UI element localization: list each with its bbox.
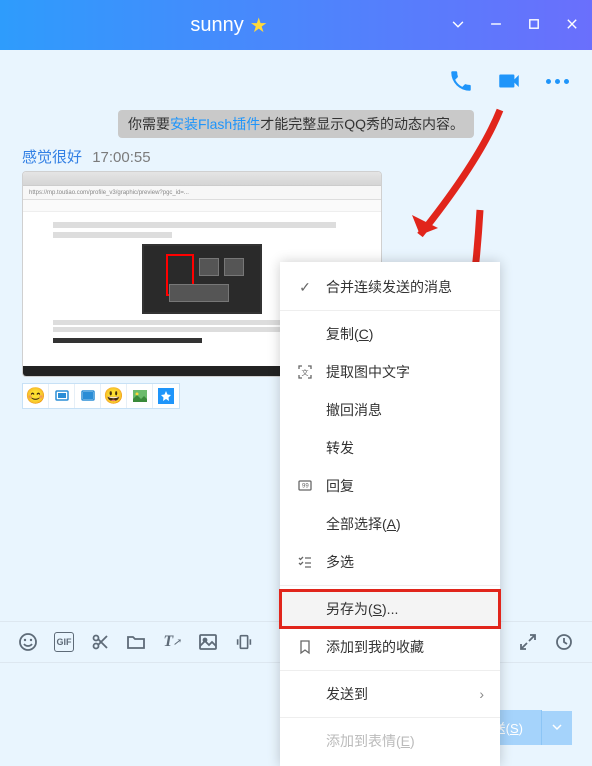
send-dropdown[interactable] [542,711,572,745]
screen1-tool-icon[interactable] [49,384,75,408]
menu-label: 另存为(S)... [326,599,398,619]
menu-ocr[interactable]: 文 提取图中文字 [280,353,500,391]
fake-photo [142,244,262,314]
maximize-button[interactable] [524,15,544,36]
menu-divider [280,310,500,311]
chevron-right-icon: › [479,686,484,702]
message-toolbar: 😊 😃 [22,383,180,409]
menu-multi-select[interactable]: 多选 [280,543,500,581]
context-menu: ✓ 合并连续发送的消息 复制(C) 文 提取图中文字 撤回消息 转发 99 回复… [280,262,500,766]
phone-icon[interactable] [448,68,474,94]
flash-notice: 你需要安装Flash插件才能完整显示QQ秀的动态内容。 [118,110,474,138]
shake-icon[interactable] [234,632,254,652]
smiley-tool-icon[interactable]: 😃 [101,384,127,408]
menu-reply[interactable]: 99 回复 [280,467,500,505]
reply-icon: 99 [296,477,314,495]
star-icon: ★ [250,13,268,38]
title-text: sunny [190,14,243,37]
menu-label: 转发 [326,438,354,458]
send-icon[interactable]: T↗ [162,632,182,652]
menu-divider [280,670,500,671]
menu-label: 提取图中文字 [326,362,410,382]
menu-recall[interactable]: 撤回消息 [280,391,500,429]
emoji-tool-icon[interactable]: 😊 [23,384,49,408]
scissors-icon[interactable] [90,632,110,652]
expand-icon[interactable] [518,632,538,652]
screen2-tool-icon[interactable] [75,384,101,408]
more-icon[interactable] [544,68,570,94]
menu-label: 添加到我的收藏 [326,637,424,657]
star-tool-icon[interactable] [153,384,179,408]
titlebar: sunny ★ [0,0,592,50]
window-controls [448,15,582,36]
menu-forward[interactable]: 转发 [280,429,500,467]
menu-select-all[interactable]: 全部选择(A) [280,505,500,543]
emoji-icon[interactable] [18,632,38,652]
window-title: sunny ★ [10,13,448,38]
sender-name: 感觉很好 [22,149,82,166]
menu-add-emoji: 添加到表情(E) [280,722,500,760]
check-icon: ✓ [296,278,314,296]
list-icon [296,553,314,571]
menu-divider [280,585,500,586]
svg-text:文: 文 [302,368,309,377]
notice-prefix: 你需要 [128,116,170,132]
menu-send-to[interactable]: 发送到 › [280,675,500,713]
svg-text:99: 99 [302,484,309,490]
menu-favorite[interactable]: 添加到我的收藏 [280,628,500,666]
image-tool-icon[interactable] [127,384,153,408]
fake-address-bar: https://mp.toutiao.com/profile_v3/graphi… [23,186,381,200]
notice-suffix: 才能完整显示QQ秀的动态内容。 [260,116,464,132]
fake-toolbar [23,200,381,212]
minimize-button[interactable] [486,15,506,36]
menu-label: 回复 [326,476,354,496]
gif-icon[interactable]: GIF [54,632,74,652]
video-icon[interactable] [496,68,522,94]
menu-label: 多选 [326,552,354,572]
menu-label: 合并连续发送的消息 [326,277,452,297]
menu-save-as[interactable]: 另存为(S)... [280,590,500,628]
menu-merge[interactable]: ✓ 合并连续发送的消息 [280,268,500,306]
flash-link[interactable]: 安装Flash插件 [170,116,260,132]
image-icon[interactable] [198,632,218,652]
menu-label: 添加到表情(E) [326,731,415,751]
menu-label: 撤回消息 [326,400,382,420]
folder-icon[interactable] [126,632,146,652]
menu-label: 发送到 [326,684,368,704]
dropdown-icon[interactable] [448,15,468,36]
bookmark-icon [296,638,314,656]
action-bar [0,50,592,102]
history-icon[interactable] [554,632,574,652]
menu-label: 全部选择(A) [326,514,401,534]
menu-copy[interactable]: 复制(C) [280,315,500,353]
message-meta: 感觉很好 17:00:55 [0,146,592,167]
menu-label: 复制(C) [326,324,373,344]
message-time: 17:00:55 [92,149,150,166]
fake-browser-tabs [23,172,381,186]
menu-divider [280,717,500,718]
close-button[interactable] [562,15,582,36]
ocr-icon: 文 [296,363,314,381]
